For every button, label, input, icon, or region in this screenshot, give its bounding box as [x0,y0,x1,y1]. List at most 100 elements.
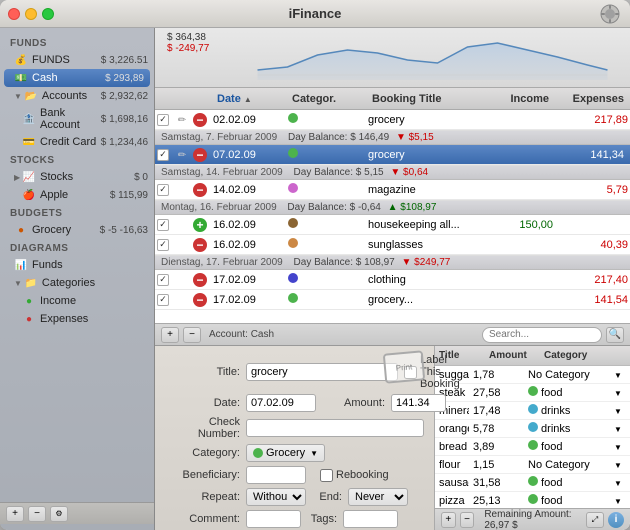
search-input[interactable] [482,327,602,343]
sidebar-item-cash[interactable]: 💵 Cash $ 293,89 [4,69,150,87]
chart-area: $ 364,38 $ -249,77 [155,28,630,88]
row-check[interactable] [155,239,173,251]
categories-triangle: ▼ [14,279,22,288]
col-income-header[interactable]: Income [481,93,551,105]
minus-icon[interactable]: − [193,293,207,307]
amount-input[interactable] [391,394,446,412]
maximize-button[interactable] [42,8,54,20]
split-resize-button[interactable]: ⤢ [586,512,604,528]
preferences-button[interactable] [598,2,622,26]
minus-icon[interactable]: − [193,148,207,162]
sidebar-item-grocery[interactable]: ● Grocery $ -5 -16,63 [0,221,154,239]
sidebar-action-button[interactable]: ⚙ [50,506,68,522]
col-cat-header[interactable]: Categor. [290,93,370,105]
rebooking-checkbox[interactable] [320,469,333,482]
table-row[interactable]: ✏ − 07.02.09 grocery 141,34 [155,145,630,165]
list-item[interactable]: suggar 1,78 No Category ▼ [435,366,630,384]
split-item-title: sausages [435,477,469,489]
row-edit[interactable]: ✏ [173,149,191,161]
table-row[interactable]: + 16.02.09 housekeeping all... 150,00 [155,215,630,235]
list-item[interactable]: pizza 25,13 food ▼ [435,492,630,508]
row-check[interactable] [155,274,173,286]
tags-input[interactable] [343,510,398,528]
split-cat-dropdown[interactable]: ▼ [614,477,628,489]
split-cat-dropdown[interactable]: ▼ [614,423,628,435]
minus-icon[interactable]: − [193,183,207,197]
list-item[interactable]: steak 27,58 food ▼ [435,384,630,402]
split-item-cat: drinks [524,404,614,417]
minus-icon[interactable]: − [193,273,207,287]
checkbox[interactable] [157,219,169,231]
list-item[interactable]: bread 3,89 food ▼ [435,438,630,456]
sidebar-item-expenses[interactable]: ● Expenses [0,310,154,328]
row-title: housekeeping all... [366,219,485,231]
checkbox[interactable] [157,239,169,251]
sidebar-item-credit[interactable]: 💳 Credit Card $ 1,234,46 [0,133,154,151]
minus-icon[interactable]: − [193,113,207,127]
sidebar-item-accounts[interactable]: ▼ 📂 Accounts $ 2,932,62 [0,87,154,105]
row-expense: 40,39 [555,239,630,251]
row-check[interactable] [155,184,173,196]
row-type: − [191,183,211,197]
checkbox[interactable] [157,274,169,286]
split-cat-dropdown[interactable]: ▼ [614,459,628,471]
row-title: magazine [366,184,485,196]
sidebar-item-funds-diag[interactable]: 📊 Funds [0,256,154,274]
table-row[interactable]: − 17.02.09 clothing 217,40 [155,270,630,290]
table-row[interactable]: ✏ − 02.02.09 grocery 217,89 [155,110,630,130]
row-edit[interactable]: ✏ [173,114,191,126]
end-select[interactable]: Never [348,488,408,506]
col-expense-header[interactable]: Expenses [551,93,626,105]
row-check[interactable] [155,219,173,231]
split-list-header: Title Amount Category [435,346,630,366]
sidebar-item-stocks[interactable]: ▶ 📈 Stocks $ 0 [0,168,154,186]
split-cat-dropdown[interactable]: ▼ [614,387,628,399]
sidebar-remove-button[interactable]: − [28,506,46,522]
sidebar-item-funds[interactable]: 💰 FUNDS $ 3,226.51 [0,51,154,69]
title-input[interactable] [246,363,398,381]
search-button[interactable]: 🔍 [606,327,624,343]
table-row[interactable]: − 17.02.09 grocery... 141,54 [155,290,630,310]
date-input[interactable] [246,394,316,412]
close-button[interactable] [8,8,20,20]
sidebar-add-button[interactable]: + [6,506,24,522]
checkbox[interactable] [157,294,169,306]
expenses-icon: ● [22,312,36,326]
checkbox[interactable] [157,149,169,161]
sidebar-item-apple[interactable]: 🍎 Apple $ 115,99 [0,186,154,204]
sidebar-item-bank[interactable]: 🏦 Bank Account $ 1,698,16 [0,105,154,133]
comment-input[interactable] [246,510,301,528]
split-cat-dropdown[interactable]: ▼ [614,369,628,381]
split-remove-button[interactable]: − [460,512,475,528]
minimize-button[interactable] [25,8,37,20]
beneficiary-input[interactable] [246,466,306,484]
table-row[interactable]: − 16.02.09 sunglasses 40,39 [155,235,630,255]
col-title-header[interactable]: Booking Title [370,93,481,105]
category-selector[interactable]: Grocery ▼ [246,444,325,462]
list-item[interactable]: sausages 31,58 food ▼ [435,474,630,492]
sidebar-item-categories[interactable]: ▼ 📁 Categories [0,274,154,292]
info-button[interactable]: i [608,512,624,528]
plus-icon[interactable]: + [193,218,207,232]
minus-icon[interactable]: − [193,238,207,252]
remove-transaction-button[interactable]: − [183,327,201,343]
split-cat-dropdown[interactable]: ▼ [614,405,628,417]
list-item[interactable]: orange juice 5,78 drinks ▼ [435,420,630,438]
add-transaction-button[interactable]: + [161,327,179,343]
col-date-header[interactable]: Date ▲ [215,93,290,105]
list-item[interactable]: mineral water 17,48 drinks ▼ [435,402,630,420]
row-check[interactable] [155,114,173,126]
checkbox[interactable] [157,114,169,126]
table-row[interactable]: − 14.02.09 magazine 5,79 [155,180,630,200]
sidebar-item-income[interactable]: ● Income [0,292,154,310]
split-cat-dropdown[interactable]: ▼ [614,495,628,507]
repeat-select[interactable]: Without [246,488,306,506]
split-add-button[interactable]: + [441,512,456,528]
row-check[interactable] [155,294,173,306]
split-cat-dropdown[interactable]: ▼ [614,441,628,453]
checkbox[interactable] [157,184,169,196]
list-item[interactable]: flour 1,15 No Category ▼ [435,456,630,474]
transactions-scroll[interactable]: ✏ − 02.02.09 grocery 217,89 Samstag, 7. … [155,110,630,323]
row-check[interactable] [155,149,173,161]
check-num-input[interactable] [246,419,424,437]
